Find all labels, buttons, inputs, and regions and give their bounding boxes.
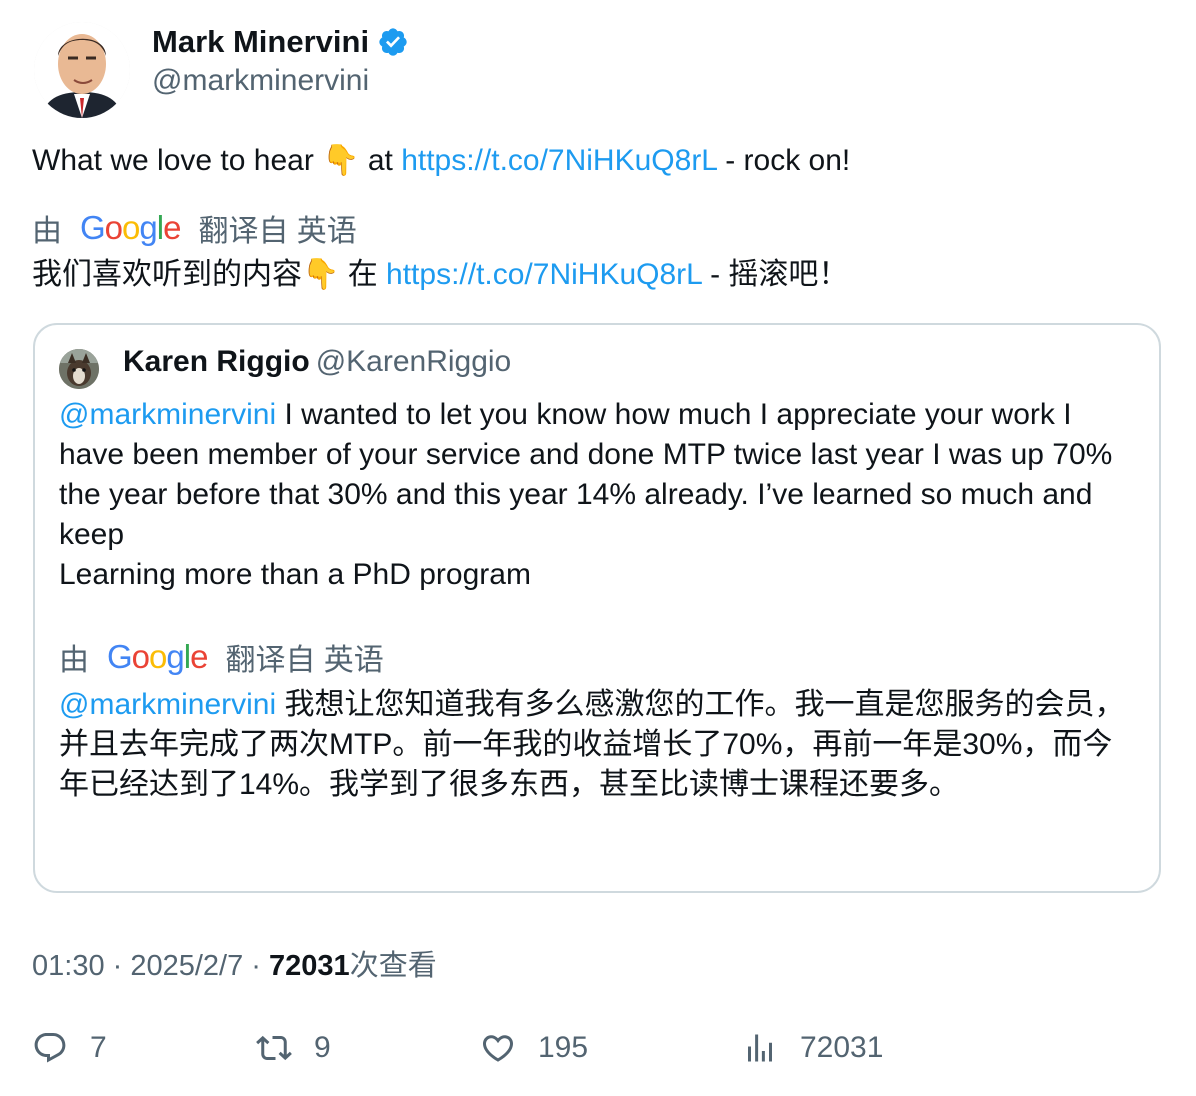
tweet-translated-text: 我们喜欢听到的内容👇 在 https://t.co/7NiHKuQ8rL - 摇… bbox=[32, 254, 848, 296]
tweet-text-before: What we love to hear 👇 at bbox=[32, 144, 402, 177]
verified-badge-icon bbox=[379, 28, 407, 56]
author-avatar[interactable] bbox=[34, 22, 130, 118]
quoted-translated-text: @markminervini 我想让您知道我有多么感激您的工作。我一直是您服务的… bbox=[59, 685, 1139, 805]
quoted-tweet-text: @markminervini I wanted to let you know … bbox=[59, 395, 1144, 595]
quoted-translated-by-label: 由 bbox=[59, 644, 89, 677]
google-logo: Google bbox=[80, 209, 181, 246]
views-button[interactable]: 72031 bbox=[742, 1030, 883, 1066]
like-button[interactable]: 195 bbox=[480, 1030, 588, 1066]
tweet-text-after: - rock on! bbox=[716, 144, 851, 177]
author-handle[interactable]: @markminervini bbox=[152, 64, 369, 98]
quoted-tweet-card[interactable]: Karen Riggio @KarenRiggio @markminervini … bbox=[33, 323, 1161, 893]
tweet-meta: 01:30 · 2025/2/7 · 72031次查看 bbox=[32, 942, 437, 984]
translated-by-label: 由 bbox=[32, 215, 62, 248]
tweet-text: What we love to hear 👇 at https://t.co/7… bbox=[32, 140, 850, 182]
quoted-translated-mention[interactable]: @markminervini bbox=[59, 688, 276, 721]
reply-button[interactable]: 7 bbox=[32, 1030, 107, 1066]
quoted-translation-bar[interactable]: 由 Google 翻译自 英语 bbox=[59, 635, 384, 679]
bar-chart-icon bbox=[748, 1034, 772, 1062]
tweet-actions: 7 9 195 72031 bbox=[32, 1030, 1172, 1074]
translation-bar[interactable]: 由 Google 翻译自 英语 bbox=[32, 206, 357, 250]
tweet-link[interactable]: https://t.co/7NiHKuQ8rL bbox=[401, 144, 717, 177]
meta-separator: · bbox=[104, 950, 131, 982]
retweet-button[interactable]: 9 bbox=[256, 1030, 331, 1066]
tweet-translated-after: - 摇滚吧！ bbox=[701, 258, 849, 291]
tweet-time[interactable]: 01:30 bbox=[32, 950, 105, 982]
google-logo: Google bbox=[107, 638, 208, 675]
views-action-count: 72031 bbox=[800, 1031, 884, 1064]
quoted-text-line2: Learning more than a PhD program bbox=[59, 558, 531, 591]
quoted-author-name[interactable]: Karen Riggio bbox=[123, 345, 310, 378]
author-name[interactable]: Mark Minervini bbox=[152, 24, 369, 60]
like-count: 195 bbox=[538, 1031, 589, 1064]
tweet-translated-link[interactable]: https://t.co/7NiHKuQ8rL bbox=[386, 258, 702, 291]
retweet-count: 9 bbox=[314, 1031, 331, 1064]
reply-count: 7 bbox=[90, 1031, 107, 1064]
author-name-row: Mark Minervini bbox=[152, 24, 409, 60]
retweet-icon bbox=[256, 1035, 292, 1061]
heart-icon bbox=[482, 1035, 514, 1062]
quoted-translated-from-label: 翻译自 英语 bbox=[225, 644, 384, 677]
reply-icon bbox=[34, 1033, 66, 1063]
views-label: 次查看 bbox=[349, 950, 437, 982]
translated-from-label: 翻译自 英语 bbox=[198, 215, 357, 248]
tweet-translated-before: 我们喜欢听到的内容👇 在 bbox=[32, 258, 387, 291]
quoted-author-avatar[interactable] bbox=[59, 349, 99, 389]
quoted-mention[interactable]: @markminervini bbox=[59, 398, 276, 431]
meta-separator: · bbox=[243, 950, 270, 982]
views-count: 72031 bbox=[269, 950, 350, 982]
quoted-author-row: Karen Riggio @KarenRiggio bbox=[123, 345, 511, 379]
tweet-date[interactable]: 2025/2/7 bbox=[130, 950, 243, 982]
quoted-author-handle[interactable]: @KarenRiggio bbox=[316, 345, 512, 378]
tweet-header: Mark Minervini @markminervini bbox=[34, 22, 734, 122]
